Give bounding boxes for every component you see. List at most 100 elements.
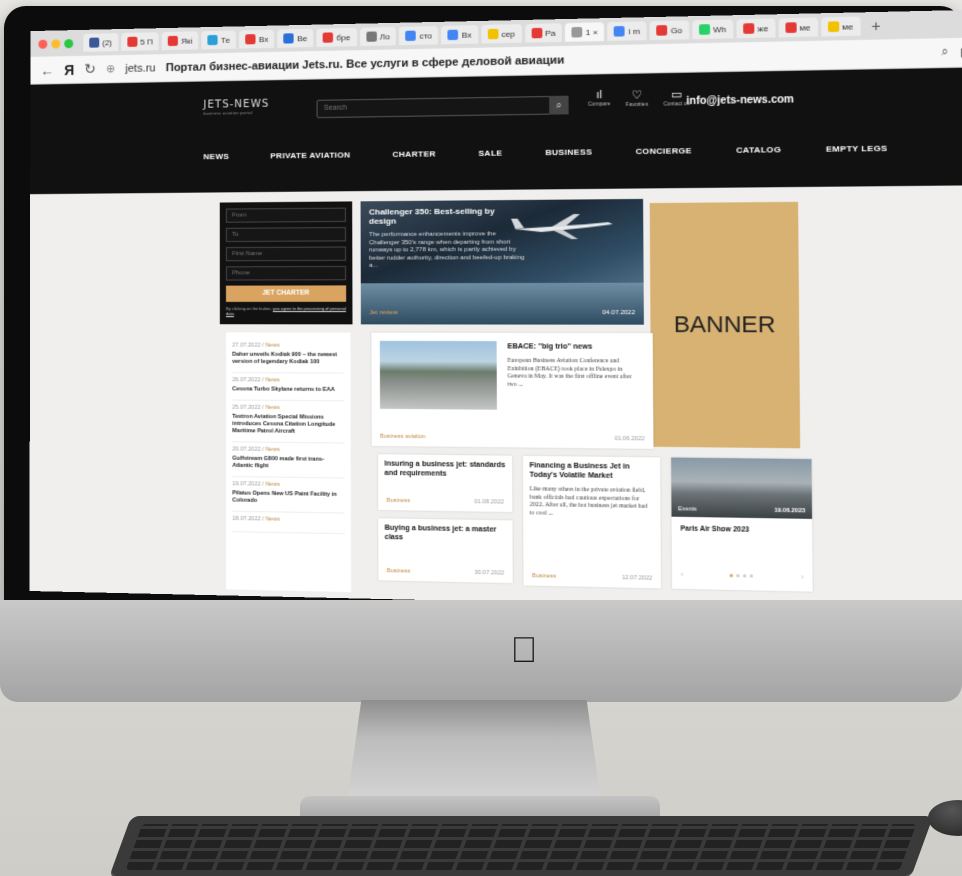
browser-tab[interactable]: Ве xyxy=(277,28,314,48)
buying-card[interactable]: Buying a business jet: a master class Bu… xyxy=(378,518,513,584)
browser-tab[interactable]: Вх xyxy=(239,29,275,49)
phone-field[interactable]: Phone xyxy=(225,265,347,281)
zoom-window-button[interactable] xyxy=(64,38,74,48)
browser-tab[interactable]: Go xyxy=(649,20,689,41)
news-tag[interactable]: News xyxy=(266,516,280,522)
financing-card[interactable]: Financing a Business Jet in Today's Vola… xyxy=(522,455,661,589)
chevron-left-icon[interactable]: ‹ xyxy=(681,572,684,579)
browser-tab[interactable]: Ра xyxy=(524,23,562,43)
carousel-dot[interactable] xyxy=(729,573,733,578)
ebace-card[interactable]: EBACE: "big trio" news European Business… xyxy=(371,332,654,449)
ebace-category[interactable]: Business aviation xyxy=(380,434,425,441)
back-icon[interactable]: ← xyxy=(40,62,54,78)
keyboard-keys xyxy=(125,824,917,870)
jet-charter-button[interactable]: JET CHARTER xyxy=(225,285,347,302)
news-list-item[interactable]: 26.07.2022 / News Cessna Turbo Skylane re… xyxy=(232,373,345,402)
tab-favicon-icon xyxy=(127,36,138,47)
hero-article[interactable]: Challenger 350: Best-selling by design T… xyxy=(360,198,644,325)
browser-tab[interactable]: ме xyxy=(820,16,861,37)
nav-sale[interactable]: SALE xyxy=(478,148,502,158)
browser-tab[interactable]: сер xyxy=(481,24,522,44)
close-window-button[interactable] xyxy=(38,39,48,49)
browser-tab[interactable]: Те xyxy=(201,30,237,50)
carousel-dot[interactable] xyxy=(749,574,754,578)
tab-favicon-icon xyxy=(698,24,710,35)
news-tag[interactable]: News xyxy=(265,377,279,383)
to-field[interactable]: To xyxy=(225,227,347,243)
browser-tab[interactable]: 5 П xyxy=(121,32,159,52)
from-field[interactable]: From xyxy=(225,207,346,223)
news-title[interactable]: Cessna Turbo Skylane returns to EAA xyxy=(232,386,344,394)
browser-tab[interactable]: Які xyxy=(161,31,199,51)
paris-category[interactable]: Events xyxy=(678,506,697,513)
nav-news[interactable]: NEWS xyxy=(203,152,229,161)
browser-tab[interactable]: (2) xyxy=(83,33,119,52)
first-name-field[interactable]: First Name xyxy=(225,246,347,262)
insuring-title[interactable]: Insuring a business jet: standards and r… xyxy=(384,460,505,479)
ad-banner[interactable]: BANNER xyxy=(649,201,801,449)
carousel-dot[interactable] xyxy=(736,574,740,578)
browser-tab[interactable]: же xyxy=(736,18,776,39)
nav-business[interactable]: BUSINESS xyxy=(545,147,592,157)
news-tag[interactable]: News xyxy=(265,482,279,488)
favorites-button[interactable]: ♡ Favorites xyxy=(626,88,648,108)
news-tag[interactable]: News xyxy=(265,447,279,453)
news-list-item[interactable]: 27.07.2022 / News Daher unveils Kodiak 90… xyxy=(232,338,345,374)
contact-email[interactable]: info@jets-news.com xyxy=(686,94,794,107)
news-list-item[interactable]: 19.07.2022 / News Pilatus Opens New US Pa… xyxy=(232,477,345,514)
buying-category[interactable]: Business xyxy=(387,568,411,575)
financing-title[interactable]: Financing a Business Jet in Today's Vola… xyxy=(529,462,653,481)
financing-category[interactable]: Business xyxy=(532,573,556,580)
reload-icon[interactable]: ↻ xyxy=(84,61,96,78)
browser-tab[interactable]: 1 × xyxy=(565,22,605,42)
news-list-item[interactable]: 20.07.2022 / News Gulfstream G800 made fi… xyxy=(232,442,345,479)
financing-text: Like many others in the private aviation… xyxy=(529,486,648,517)
browser-tab[interactable]: i m xyxy=(607,21,647,41)
hero-category[interactable]: Jet review xyxy=(369,310,397,316)
site-logo[interactable]: JETS-NEWS business aviation portal xyxy=(203,99,269,116)
insuring-card[interactable]: Insuring a business jet: standards and r… xyxy=(378,454,513,513)
news-list-item[interactable]: 25.07.2022 / News Textron Aviation Specia… xyxy=(232,400,345,444)
news-tag[interactable]: News xyxy=(265,343,279,349)
url-text[interactable]: jets.ru xyxy=(125,62,155,75)
carousel-dot[interactable] xyxy=(742,574,747,578)
browser-tab[interactable]: ме xyxy=(778,17,818,38)
news-title[interactable]: Daher unveils Kodiak 900 – the newest ve… xyxy=(232,352,344,367)
minimize-window-button[interactable] xyxy=(51,38,61,49)
news-title[interactable] xyxy=(232,525,344,527)
news-list-item[interactable]: 18.07.2022 / News xyxy=(232,511,345,535)
news-title[interactable]: Textron Aviation Special Missions introd… xyxy=(232,414,344,437)
compare-button[interactable]: ıl Compare xyxy=(588,89,610,109)
nav-charter[interactable]: CHARTER xyxy=(392,149,436,159)
new-tab-button[interactable]: + xyxy=(865,17,888,34)
ebace-title[interactable]: EBACE: "big trio" news xyxy=(507,343,592,352)
search-icon[interactable]: ⌕ xyxy=(549,95,569,115)
nav-private-aviation[interactable]: PRIVATE AVIATION xyxy=(270,150,350,160)
search-placeholder: Search xyxy=(323,104,347,112)
search-icon[interactable]: ⌕ xyxy=(941,46,948,60)
chevron-right-icon[interactable]: › xyxy=(801,574,804,582)
browser-tab[interactable]: Wh xyxy=(692,19,734,40)
insuring-category[interactable]: Business xyxy=(387,498,411,505)
search-input[interactable]: Search ⌕ xyxy=(316,95,569,119)
carousel-dots xyxy=(729,573,754,578)
hero-title[interactable]: Challenger 350: Best-selling by design xyxy=(369,206,507,225)
buying-title[interactable]: Buying a business jet: a master class xyxy=(385,525,507,545)
browser-tab[interactable]: бре xyxy=(316,27,357,47)
news-title[interactable]: Gulfstream G800 made first trans-Atlanti… xyxy=(232,456,344,472)
browser-tab[interactable]: сто xyxy=(399,25,439,46)
nav-concierge[interactable]: CONCIERGE xyxy=(636,146,692,156)
browser-tab[interactable]: Вх xyxy=(441,25,478,45)
tab-label: (2) xyxy=(102,37,113,47)
nav-empty-legs[interactable]: EMPTY LEGS xyxy=(826,144,888,154)
browser-tab[interactable]: Ло xyxy=(359,26,397,47)
monitor-chin xyxy=(0,600,962,702)
news-tag[interactable]: News xyxy=(265,405,279,411)
paris-card[interactable]: Events 19.06.2023 Paris Air Show 2023 ‹ … xyxy=(671,457,813,592)
site-info-icon[interactable]: ⊕ xyxy=(106,62,115,75)
yandex-icon[interactable]: Я xyxy=(64,61,74,77)
paris-title[interactable]: Paris Air Show 2023 xyxy=(680,525,749,535)
nav-catalog[interactable]: CATALOG xyxy=(736,145,781,155)
keyboard xyxy=(108,816,934,876)
news-title[interactable]: Pilatus Opens New US Paint Facility in C… xyxy=(232,490,344,506)
